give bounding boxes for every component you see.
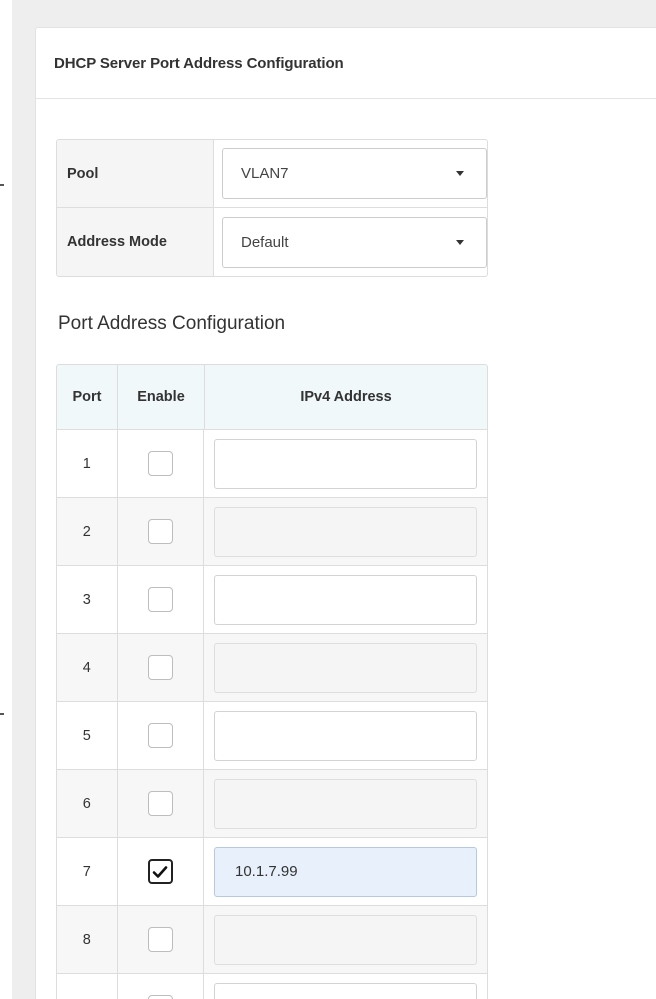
page: DHCP Server Port Address Configuration P… [0, 0, 656, 999]
enable-cell [118, 770, 204, 837]
ipv4-address-input[interactable] [214, 914, 477, 965]
left-sidebar-edge [0, 0, 12, 999]
enable-cell [118, 498, 204, 565]
ipv4-address-input[interactable] [214, 982, 477, 999]
pool-label: Pool [57, 140, 214, 207]
ipv4-cell [204, 906, 487, 973]
enable-cell [118, 566, 204, 633]
ipv4-cell [204, 566, 487, 633]
pool-settings-table: Pool VLAN7 Address Mode Default [56, 139, 488, 277]
table-header-row: Port Enable IPv4 Address [57, 365, 487, 430]
enable-cell [118, 430, 204, 497]
ipv4-address-input[interactable] [214, 574, 477, 625]
header-enable: Enable [118, 365, 205, 429]
ipv4-address-input[interactable] [214, 642, 477, 693]
enable-checkbox[interactable] [147, 723, 173, 748]
port-number: 1 [57, 430, 118, 497]
enable-checkbox[interactable] [147, 655, 173, 680]
pool-select[interactable]: VLAN7 [222, 148, 487, 199]
table-row: 8 [57, 906, 487, 974]
table-row: 7 10.1.7.99 [57, 838, 487, 906]
table-row: 4 [57, 634, 487, 702]
caret-down-icon [456, 239, 464, 245]
port-number: 6 [57, 770, 118, 837]
checkmark-icon [152, 865, 168, 878]
port-number: 5 [57, 702, 118, 769]
enable-checkbox[interactable] [147, 927, 173, 952]
port-number [57, 974, 118, 999]
panel-title: DHCP Server Port Address Configuration [54, 54, 344, 72]
caret-down-icon [456, 171, 464, 176]
port-address-table: Port Enable IPv4 Address 1 2 3 4 5 6 7 10.1.7.9… [56, 364, 488, 999]
ipv4-cell: 10.1.7.99 [204, 838, 487, 905]
ipv4-cell [204, 498, 487, 565]
enable-checkbox[interactable] [147, 995, 173, 999]
address-mode-label: Address Mode [57, 208, 214, 276]
ipv4-cell [204, 770, 487, 837]
port-number: 7 [57, 838, 118, 905]
ipv4-cell [204, 430, 487, 497]
enable-cell [118, 634, 204, 701]
ipv4-address-input[interactable] [214, 710, 477, 761]
table-row [57, 974, 487, 999]
enable-cell [118, 702, 204, 769]
table-row: 1 [57, 430, 487, 498]
table-row: 3 [57, 566, 487, 634]
address-mode-select[interactable]: Default [222, 216, 487, 268]
table-row: 2 [57, 498, 487, 566]
table-row: 6 [57, 770, 487, 838]
enable-cell [118, 906, 204, 973]
enable-checkbox[interactable] [147, 859, 173, 884]
config-panel: DHCP Server Port Address Configuration P… [35, 27, 656, 999]
port-number: 2 [57, 498, 118, 565]
enable-checkbox[interactable] [147, 587, 173, 612]
ipv4-cell [204, 702, 487, 769]
header-ipv4-address: IPv4 Address [300, 389, 392, 405]
section-title: Port Address Configuration [58, 313, 286, 334]
pool-row: Pool VLAN7 [57, 140, 487, 208]
ipv4-address-input[interactable] [214, 778, 477, 829]
ipv4-cell [204, 974, 487, 999]
address-mode-row: Address Mode Default [57, 208, 487, 276]
port-number: 8 [57, 906, 118, 973]
sidebar-marker [0, 713, 4, 715]
enable-checkbox[interactable] [147, 791, 173, 816]
ipv4-address-input[interactable] [214, 506, 477, 557]
panel-heading: DHCP Server Port Address Configuration [36, 28, 656, 99]
enable-checkbox[interactable] [147, 519, 173, 544]
enable-cell [118, 838, 204, 905]
pool-cell: VLAN7 [214, 140, 487, 207]
enable-checkbox[interactable] [147, 451, 173, 476]
sidebar-marker [0, 184, 4, 186]
pool-select-value: VLAN7 [241, 165, 289, 182]
port-number: 4 [57, 634, 118, 701]
ipv4-address-input[interactable] [214, 438, 477, 489]
header-port: Port [57, 365, 118, 429]
port-number: 3 [57, 566, 118, 633]
enable-cell [118, 974, 204, 999]
address-mode-cell: Default [214, 208, 487, 276]
ipv4-address-input[interactable]: 10.1.7.99 [214, 846, 477, 897]
ipv4-cell [204, 634, 487, 701]
address-mode-value: Default [241, 233, 289, 251]
table-row: 5 [57, 702, 487, 770]
